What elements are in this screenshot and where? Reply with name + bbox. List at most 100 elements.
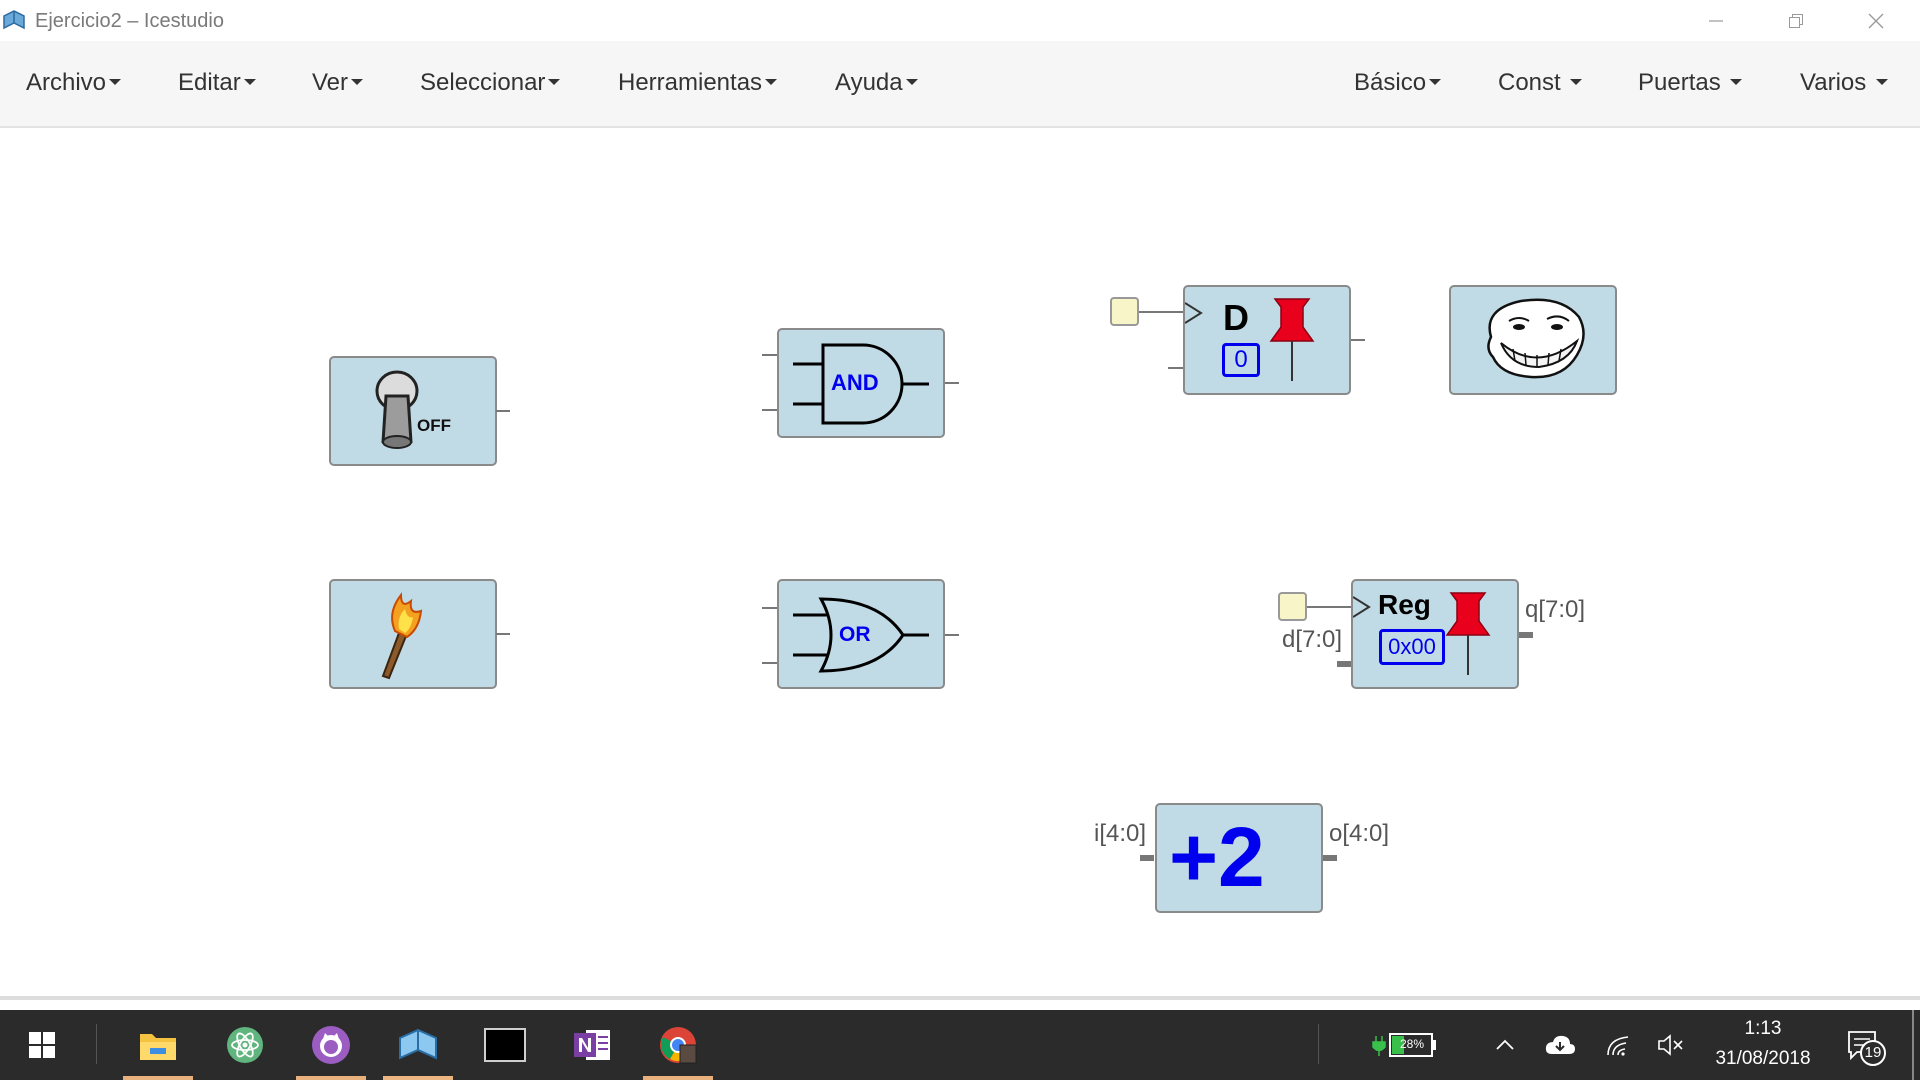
clock-time[interactable]: 1:13 <box>1708 1018 1818 1040</box>
adder-output-bus <box>1323 855 1337 861</box>
icestudio-logo-icon <box>3 10 25 30</box>
taskbar-chrome[interactable] <box>653 1020 703 1070</box>
menu-archivo[interactable]: Archivo <box>26 69 122 97</box>
caret-down-icon <box>109 78 122 85</box>
register-block[interactable]: Reg 0x00 <box>1351 579 1519 689</box>
menu-ver[interactable]: Ver <box>312 69 364 97</box>
or-gate-label: OR <box>839 623 871 646</box>
taskbar: 28% 1:13 31/08/2018 19 <box>0 1010 1920 1080</box>
title-bar: Ejercicio2 – Icestudio <box>0 0 1920 41</box>
dff-clock-wire <box>1139 311 1184 313</box>
notification-count-badge: 19 <box>1860 1040 1886 1066</box>
github-desktop-icon <box>312 1026 350 1064</box>
minimize-button[interactable] <box>1676 0 1756 41</box>
taskbar-github-desktop[interactable] <box>306 1020 356 1070</box>
caret-down-icon <box>1429 78 1442 85</box>
adder-block[interactable]: +2 <box>1155 803 1323 913</box>
wifi-icon <box>1607 1036 1629 1056</box>
taskbar-divider <box>96 1024 97 1064</box>
icestudio-icon <box>399 1028 437 1060</box>
reg-clock-input[interactable] <box>1278 592 1307 621</box>
troll-face-icon <box>1487 298 1585 379</box>
switch-output-wire <box>496 410 510 412</box>
clock-date[interactable]: 31/08/2018 <box>1708 1048 1818 1070</box>
onedrive-button[interactable] <box>1535 1020 1585 1070</box>
wifi-button[interactable] <box>1593 1020 1643 1070</box>
menu-seleccionar[interactable]: Seleccionar <box>420 69 561 97</box>
or-output-wire <box>945 634 959 636</box>
and-output-wire <box>945 382 959 384</box>
menu-editar-label: Editar <box>178 69 241 96</box>
window-title: Ejercicio2 – Icestudio <box>35 10 224 32</box>
or-input-b-wire <box>762 662 778 664</box>
taskbar-terminal[interactable] <box>480 1020 530 1070</box>
toggle-switch-icon <box>375 370 419 449</box>
caret-down-icon <box>765 78 778 85</box>
or-gate-block[interactable]: OR <box>777 579 945 689</box>
menu-basico-label: Básico <box>1354 69 1427 96</box>
show-desktop-button[interactable] <box>1912 1010 1914 1080</box>
menu-varios[interactable]: Varios <box>1800 69 1888 97</box>
adder-input-bus <box>1140 855 1154 861</box>
taskbar-icestudio[interactable] <box>393 1020 443 1070</box>
close-button[interactable] <box>1836 0 1916 41</box>
volume-muted-icon <box>1658 1034 1683 1056</box>
adder-label: +2 <box>1169 810 1265 904</box>
menu-basico[interactable]: Básico <box>1354 69 1442 97</box>
torch-icon <box>381 592 423 680</box>
taskbar-onenote[interactable] <box>567 1020 617 1070</box>
menu-archivo-label: Archivo <box>26 69 107 96</box>
reg-input-bus <box>1337 661 1351 667</box>
dff-data-wire <box>1168 367 1184 369</box>
reg-output-label: q[7:0] <box>1525 596 1586 623</box>
atom-icon <box>227 1027 263 1063</box>
battery-indicator[interactable]: 28% <box>1372 1032 1438 1058</box>
dff-clock-input[interactable] <box>1110 297 1139 326</box>
reg-output-bus <box>1519 632 1533 638</box>
onenote-icon <box>574 1030 610 1060</box>
windows-logo-icon <box>29 1032 55 1058</box>
or-input-a-wire <box>762 607 778 609</box>
menu-herramientas[interactable]: Herramientas <box>618 69 778 97</box>
pushpin-icon <box>1445 592 1491 675</box>
menu-ayuda[interactable]: Ayuda <box>835 69 918 97</box>
close-icon <box>1868 13 1884 28</box>
terminal-icon <box>484 1028 526 1062</box>
volume-button[interactable] <box>1646 1020 1696 1070</box>
switch-block[interactable]: OFF <box>329 356 497 466</box>
and-gate-label: AND <box>831 370 879 395</box>
design-canvas[interactable]: OFF AND OR D 0 d[7:0] Reg 0x00 q[7:0] i[… <box>0 130 1920 996</box>
restore-icon <box>1789 13 1803 28</box>
image-block[interactable] <box>1449 285 1617 395</box>
dff-output-wire <box>1351 339 1365 341</box>
menu-const[interactable]: Const <box>1498 69 1583 97</box>
battery-percentage: 28% <box>1400 1037 1425 1051</box>
icestudio-active-indicator <box>383 1076 453 1080</box>
and-input-b-wire <box>762 409 778 411</box>
restore-button[interactable] <box>1756 0 1836 41</box>
switch-off-label: OFF <box>417 416 451 435</box>
and-gate-block[interactable]: AND <box>777 328 945 438</box>
menu-herramientas-label: Herramientas <box>618 69 763 96</box>
menu-puertas[interactable]: Puertas <box>1638 69 1743 97</box>
taskbar-file-explorer[interactable] <box>133 1020 183 1070</box>
tray-divider <box>1318 1024 1319 1064</box>
d-flipflop-block[interactable]: D 0 <box>1183 285 1351 395</box>
torch-block[interactable] <box>329 579 497 689</box>
menu-varios-label: Varios <box>1800 69 1867 96</box>
canvas-border <box>0 996 1920 1000</box>
adder-input-label: i[4:0] <box>1094 820 1147 847</box>
github-running-indicator <box>296 1076 366 1080</box>
chrome-running-indicator <box>643 1076 713 1080</box>
caret-down-icon <box>1875 78 1888 85</box>
caret-down-icon <box>548 78 561 85</box>
start-button[interactable] <box>17 1020 67 1070</box>
cloud-sync-icon <box>1545 1035 1575 1054</box>
caret-down-icon <box>905 78 918 85</box>
action-center-button[interactable]: 19 <box>1838 1020 1888 1070</box>
show-hidden-icons-button[interactable] <box>1480 1020 1530 1070</box>
taskbar-atom[interactable] <box>220 1020 270 1070</box>
caret-down-icon <box>1730 78 1743 85</box>
menu-editar[interactable]: Editar <box>178 69 256 97</box>
caret-down-icon <box>351 78 364 85</box>
